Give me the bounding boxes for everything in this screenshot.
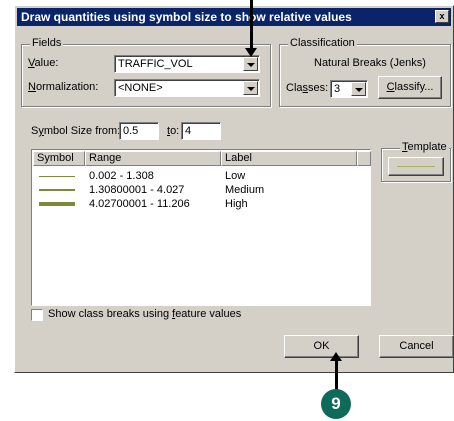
normalization-label: Normalization: bbox=[28, 81, 99, 93]
dialog-title: Draw quantities using symbol size to sho… bbox=[21, 10, 352, 24]
range-cell: 4.02700001 - 11.206 bbox=[89, 198, 190, 210]
symbol-line-thick-icon bbox=[39, 202, 75, 206]
template-group: Template bbox=[381, 141, 451, 182]
normalization-dropdown-text: <NONE> bbox=[118, 82, 163, 94]
close-icon: x bbox=[439, 11, 445, 21]
symbol-size-dialog: Draw quantities using symbol size to sho… bbox=[14, 5, 454, 373]
show-class-breaks-checkbox[interactable] bbox=[31, 309, 43, 321]
classification-group: Classification Natural Breaks (Jenks) Cl… bbox=[279, 37, 451, 107]
table-row[interactable]: 4.02700001 - 11.206 High bbox=[33, 197, 369, 211]
dialog-titlebar: Draw quantities using symbol size to sho… bbox=[17, 8, 451, 26]
cancel-button[interactable]: Cancel bbox=[379, 335, 454, 358]
show-class-breaks-label[interactable]: Show class breaks using feature values bbox=[48, 308, 241, 320]
symbol-line-medium-icon bbox=[39, 189, 75, 191]
label-cell: High bbox=[225, 198, 248, 210]
range-cell: 0.002 - 1.308 bbox=[89, 170, 154, 182]
fields-group: Fields Value: TRAFFIC_VOL Normalization:… bbox=[21, 37, 271, 107]
classification-method: Natural Breaks (Jenks) bbox=[314, 57, 426, 69]
label-cell: Low bbox=[225, 170, 246, 182]
column-header-symbol[interactable]: Symbol bbox=[33, 151, 85, 166]
ok-button[interactable]: OK bbox=[284, 335, 359, 358]
template-line-icon bbox=[397, 166, 435, 167]
value-label: Value: bbox=[28, 57, 59, 69]
class-list[interactable]: Symbol Range Label 0.002 - 1.308 Low 1.3… bbox=[31, 149, 371, 306]
column-header-filler bbox=[357, 151, 371, 166]
class-list-header: Symbol Range Label bbox=[33, 151, 371, 166]
symbol-size-to-label: to: bbox=[167, 125, 180, 137]
range-cell: 1.30800001 - 4.027 bbox=[89, 184, 185, 196]
callout-pointer-bottom bbox=[335, 357, 338, 391]
value-dropdown[interactable]: TRAFFIC_VOL bbox=[114, 55, 260, 73]
normalization-dropdown[interactable]: <NONE> bbox=[114, 79, 260, 97]
symbol-size-from-label: Symbol Size from: bbox=[31, 125, 121, 137]
value-dropdown-arrow-icon[interactable] bbox=[243, 57, 258, 71]
symbol-size-from-input[interactable]: 0.5 bbox=[119, 122, 159, 140]
normalization-dropdown-arrow-icon[interactable] bbox=[243, 81, 258, 95]
column-header-range[interactable]: Range bbox=[85, 151, 221, 166]
column-header-label[interactable]: Label bbox=[221, 151, 357, 166]
classes-label: Classes: bbox=[286, 82, 329, 94]
label-cell: Medium bbox=[225, 184, 265, 196]
template-symbol-button[interactable] bbox=[388, 157, 444, 176]
symbol-line-thin-icon bbox=[39, 176, 75, 177]
step-9-badge: 9 bbox=[321, 389, 351, 419]
close-button[interactable]: x bbox=[435, 10, 449, 23]
callout-arrow-bottom-icon bbox=[330, 352, 342, 361]
classes-dropdown-text: 3 bbox=[334, 83, 341, 95]
callout-arrow-top-icon bbox=[245, 48, 257, 57]
symbol-size-to-input[interactable]: 4 bbox=[181, 122, 221, 140]
table-row[interactable]: 0.002 - 1.308 Low bbox=[33, 169, 369, 183]
classification-legend: Classification bbox=[288, 37, 357, 49]
table-row[interactable]: 1.30800001 - 4.027 Medium bbox=[33, 183, 369, 197]
classes-dropdown-arrow-icon[interactable] bbox=[351, 82, 366, 96]
value-dropdown-text: TRAFFIC_VOL bbox=[118, 58, 193, 70]
template-legend: Template bbox=[400, 141, 449, 153]
classify-button[interactable]: Classify... bbox=[378, 76, 442, 99]
callout-pointer-top bbox=[250, 0, 253, 49]
fields-legend: Fields bbox=[30, 37, 64, 49]
classes-dropdown[interactable]: 3 bbox=[330, 80, 368, 98]
